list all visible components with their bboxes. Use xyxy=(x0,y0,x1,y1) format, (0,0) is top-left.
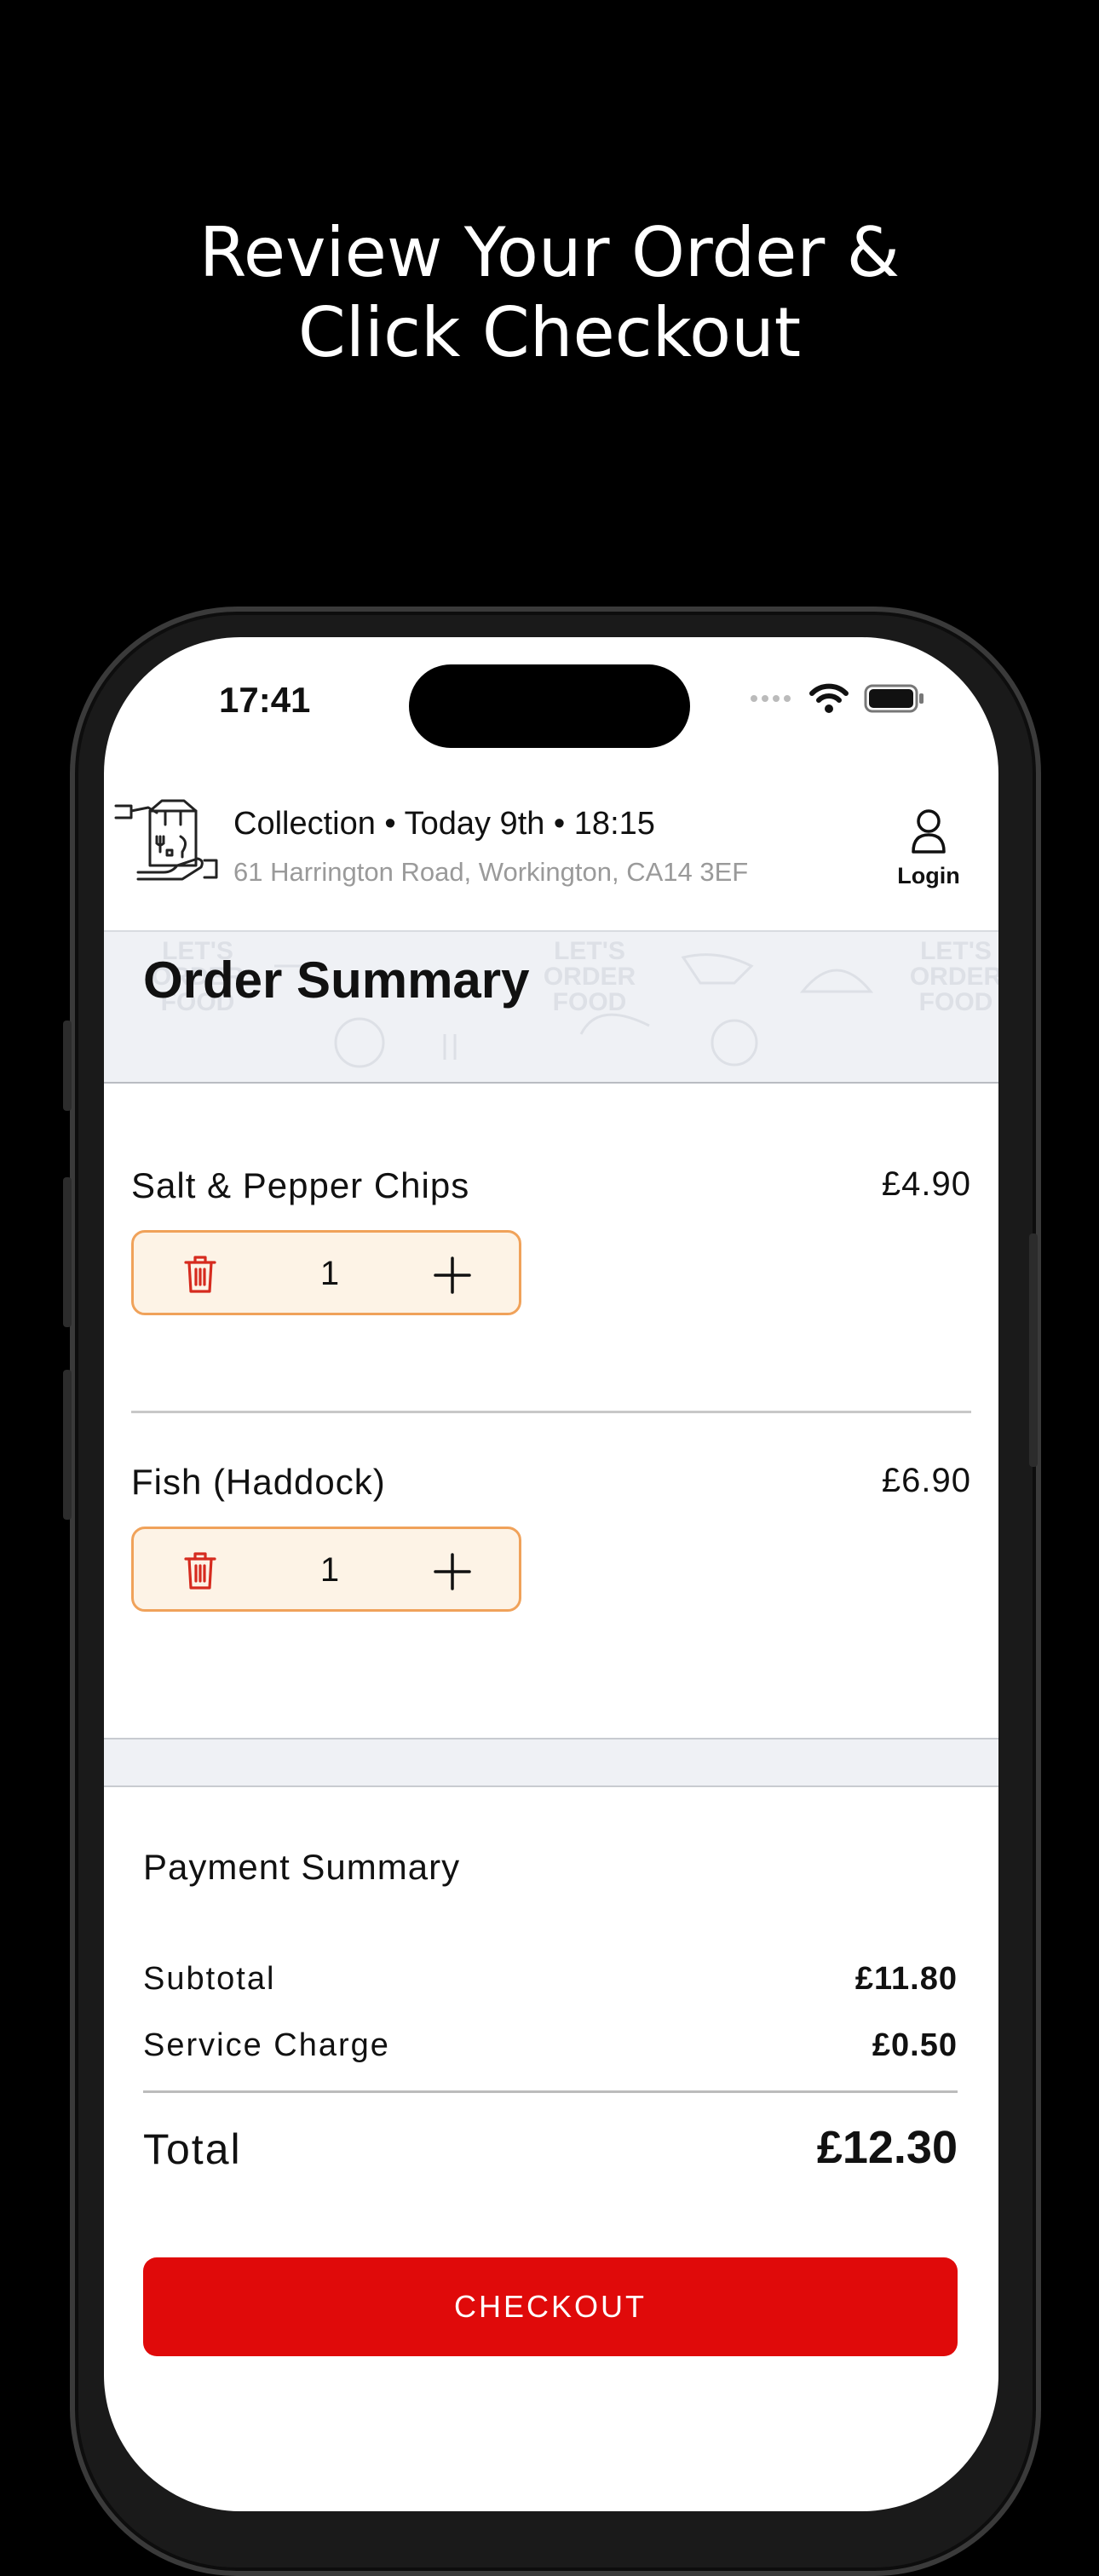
increase-quantity-button[interactable] xyxy=(434,1256,471,1294)
login-button[interactable]: Login xyxy=(895,808,963,889)
payment-summary-title: Payment Summary xyxy=(143,1847,461,1887)
total-divider xyxy=(143,2090,958,2093)
quantity-stepper: 1 xyxy=(131,1527,521,1612)
item-quantity: 1 xyxy=(319,1551,340,1589)
signal-icon xyxy=(751,695,791,702)
status-time: 17:41 xyxy=(219,680,311,720)
service-charge-value: £0.50 xyxy=(872,2027,958,2063)
status-icons xyxy=(750,683,925,714)
order-summary-title: Order Summary xyxy=(143,952,530,1009)
item-name: Salt & Pepper Chips xyxy=(131,1165,470,1205)
phone-volume-down xyxy=(63,1370,72,1520)
item-divider xyxy=(131,1411,971,1413)
item-quantity: 1 xyxy=(319,1255,340,1292)
order-header: Collection • Today 9th • 18:15 61 Harrin… xyxy=(104,799,998,935)
section-separator xyxy=(104,1738,998,1787)
delete-item-button[interactable] xyxy=(183,1255,217,1294)
service-charge-label: Service Charge xyxy=(143,2027,390,2063)
phone-action-button xyxy=(63,1021,72,1111)
phone-power-button xyxy=(1029,1233,1038,1467)
headline-line-1: Review Your Order & xyxy=(199,213,900,292)
total-label: Total xyxy=(143,2125,242,2173)
item-name: Fish (Haddock) xyxy=(131,1462,386,1502)
order-item: Fish (Haddock) £6.90 1 xyxy=(131,1462,971,1615)
promo-headline: Review Your Order & Click Checkout xyxy=(0,213,1099,373)
increase-quantity-button[interactable] xyxy=(434,1553,471,1590)
subtotal-row: Subtotal £11.80 xyxy=(143,1961,958,1998)
app-screen: 17:41 Collection • Today 9th • 18:15 61 … xyxy=(104,637,998,2511)
dynamic-island xyxy=(409,664,690,748)
wifi-icon xyxy=(809,683,849,713)
order-info[interactable]: Collection • Today 9th • 18:15 xyxy=(233,806,655,842)
store-address: 61 Harrington Road, Workington, CA14 3EF xyxy=(233,857,749,887)
order-summary-banner: LET'S ORDER FOOD LET'S ORDER FOOD LET'S … xyxy=(104,930,998,1084)
battery-icon xyxy=(864,684,924,713)
user-icon xyxy=(912,809,946,854)
service-charge-row: Service Charge £0.50 xyxy=(143,2027,958,2064)
headline-line-2: Click Checkout xyxy=(297,293,802,372)
item-price: £6.90 xyxy=(881,1462,971,1499)
item-price: £4.90 xyxy=(881,1165,971,1203)
total-value: £12.30 xyxy=(816,2122,958,2173)
order-item: Salt & Pepper Chips £4.90 1 xyxy=(131,1165,971,1319)
collection-bag-icon xyxy=(114,799,218,881)
login-label: Login xyxy=(897,863,960,888)
delete-item-button[interactable] xyxy=(183,1551,217,1590)
subtotal-value: £11.80 xyxy=(854,1961,958,1997)
subtotal-label: Subtotal xyxy=(143,1961,276,1997)
phone-volume-up xyxy=(63,1177,72,1327)
checkout-button[interactable]: CHECKOUT xyxy=(143,2257,958,2356)
quantity-stepper: 1 xyxy=(131,1230,521,1315)
